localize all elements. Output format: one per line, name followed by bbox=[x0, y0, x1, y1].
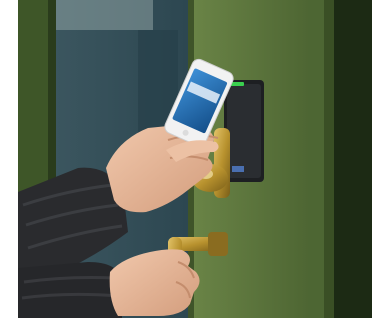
reader-badge bbox=[232, 166, 244, 172]
window-highlight bbox=[43, 0, 153, 30]
door-molding-shadow bbox=[324, 0, 334, 318]
right-frame bbox=[334, 0, 372, 318]
photo bbox=[18, 0, 372, 318]
photo-scene bbox=[18, 0, 372, 318]
lower-sleeve bbox=[18, 262, 122, 318]
door-molding bbox=[308, 0, 324, 318]
